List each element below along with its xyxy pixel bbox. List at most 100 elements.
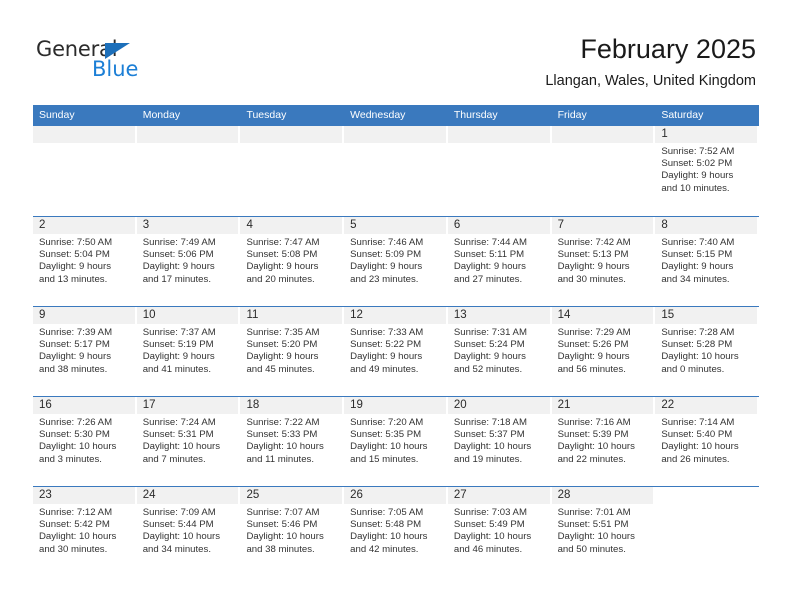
title-block: February 2025 Llangan, Wales, United Kin…: [545, 33, 756, 90]
daylight-text-line1: Daylight: 10 hours: [350, 531, 428, 543]
calendar-day-8[interactable]: 8 Sunrise: 7:40 AM Sunset: 5:15 PM Daylight…: [655, 217, 759, 306]
calendar-day-17[interactable]: 17 Sunrise: 7:24 AM Sunset: 5:31 PM Dayligh…: [136, 397, 241, 486]
calendar-day-2[interactable]: 2 Sunrise: 7:50 AM Sunset: 5:04 PM Daylight…: [33, 217, 137, 306]
logo-text-blue: Blue: [92, 57, 139, 81]
calendar-day-25[interactable]: 25 Sunrise: 7:07 AM Sunset: 5:46 PM Dayligh…: [240, 487, 344, 576]
daylight-text-line2: and 13 minutes.: [39, 273, 108, 285]
calendar-day-18[interactable]: 18 Sunrise: 7:22 AM Sunset: 5:33 PM Dayligh…: [240, 397, 344, 486]
daylight-text-line2: and 41 minutes.: [142, 363, 211, 375]
calendar-day-23[interactable]: 23 Sunrise: 7:12 AM Sunset: 5:42 PM Dayligh…: [33, 487, 137, 576]
daylight-text-line1: Daylight: 9 hours: [246, 351, 319, 363]
calendar-day-12[interactable]: 12 Sunrise: 7:33 AM Sunset: 5:22 PM Dayligh…: [344, 307, 448, 396]
daylight-text-line1: Daylight: 10 hours: [246, 441, 324, 453]
day-sun-info: Sunrise: 7:35 AM Sunset: 5:20 PM Daylight:…: [240, 324, 342, 376]
calendar-day-28[interactable]: 28 Sunrise: 7:01 AM Sunset: 5:51 PM Dayligh…: [551, 487, 656, 576]
sunset-text: Sunset: 5:44 PM: [142, 519, 214, 531]
calendar-day-4[interactable]: 4 Sunrise: 7:47 AM Sunset: 5:08 PM Daylight…: [240, 217, 344, 306]
calendar-day-27[interactable]: 27 Sunrise: 7:03 AM Sunset: 5:49 PM Dayligh…: [447, 487, 552, 576]
daylight-text-line2: and 15 minutes.: [350, 453, 419, 465]
daylight-text-line2: and 52 minutes.: [453, 363, 523, 375]
calendar-day-26[interactable]: 26 Sunrise: 7:05 AM Sunset: 5:48 PM Dayligh…: [344, 487, 448, 576]
sunrise-text: Sunrise: 7:07 AM: [246, 507, 320, 518]
sunset-text: Sunset: 5:31 PM: [142, 429, 214, 441]
calendar-day-14[interactable]: 14 Sunrise: 7:29 AM Sunset: 5:26 PM Dayligh…: [551, 307, 656, 396]
calendar-day-15[interactable]: 15 Sunrise: 7:28 AM Sunset: 5:28 PM Dayligh…: [655, 307, 759, 396]
day-sun-info: Sunrise: 7:05 AM Sunset: 5:48 PM Daylight:…: [344, 504, 446, 556]
day-sun-info: Sunrise: 7:46 AM Sunset: 5:09 PM Daylight:…: [344, 234, 446, 286]
daylight-text-line1: Daylight: 9 hours: [350, 351, 423, 363]
daylight-text-line1: Daylight: 9 hours: [661, 261, 734, 273]
day-sun-info: Sunrise: 7:18 AM Sunset: 5:37 PM Daylight:…: [448, 414, 550, 466]
sunset-text: Sunset: 5:39 PM: [557, 429, 629, 441]
sunset-text: Sunset: 5:09 PM: [350, 249, 422, 261]
page-title: February 2025: [580, 34, 756, 64]
daylight-text-line1: Daylight: 9 hours: [453, 261, 526, 273]
daylight-text-line2: and 0 minutes.: [661, 363, 725, 375]
calendar-day-inner: [344, 126, 446, 216]
daylight-text-line1: Daylight: 10 hours: [39, 531, 117, 543]
daylight-text-line1: Daylight: 10 hours: [661, 351, 739, 363]
daylight-text-line1: Daylight: 10 hours: [453, 441, 532, 453]
sunset-text: Sunset: 5:26 PM: [557, 339, 629, 351]
day-number: [344, 126, 446, 143]
calendar-day-11[interactable]: 11 Sunrise: 7:35 AM Sunset: 5:20 PM Dayligh…: [240, 307, 344, 396]
calendar-week-row: 9 Sunrise: 7:39 AM Sunset: 5:17 PM Daylight…: [33, 306, 759, 396]
daylight-text-line2: and 3 minutes.: [39, 453, 102, 465]
calendar-day-19[interactable]: 19 Sunrise: 7:20 AM Sunset: 5:35 PM Dayligh…: [344, 397, 448, 486]
calendar-day-7[interactable]: 7 Sunrise: 7:42 AM Sunset: 5:13 PM Daylight…: [551, 217, 656, 306]
calendar-day-inner: 16 Sunrise: 7:26 AM Sunset: 5:30 PM Dayligh…: [33, 397, 135, 486]
day-sun-info: Sunrise: 7:12 AM Sunset: 5:42 PM Daylight:…: [33, 504, 135, 556]
daylight-text-line2: and 26 minutes.: [661, 453, 730, 465]
calendar-day-9[interactable]: 9 Sunrise: 7:39 AM Sunset: 5:17 PM Daylight…: [33, 307, 137, 396]
daylight-text-line1: Daylight: 9 hours: [142, 351, 215, 363]
day-sun-info: Sunrise: 7:40 AM Sunset: 5:15 PM Daylight:…: [655, 234, 757, 286]
day-number: 4: [240, 217, 343, 234]
day-sun-info: Sunrise: 7:20 AM Sunset: 5:35 PM Daylight:…: [344, 414, 446, 466]
day-number: 19: [344, 397, 446, 414]
daylight-text-line1: Daylight: 10 hours: [142, 441, 221, 453]
daylight-text-line1: Daylight: 10 hours: [557, 441, 635, 453]
calendar-week-row: 1 Sunrise: 7:52 AM Sunset: 5:02 PM Daylight…: [33, 126, 759, 216]
day-sun-info: Sunrise: 7:37 AM Sunset: 5:19 PM Daylight:…: [137, 324, 239, 376]
calendar-day-empty: [240, 126, 344, 216]
weekday-header-sunday: Sunday: [39, 109, 75, 121]
calendar-week-row: 2 Sunrise: 7:50 AM Sunset: 5:04 PM Daylight…: [33, 216, 759, 306]
sunrise-text: Sunrise: 7:28 AM: [661, 327, 735, 338]
calendar-day-empty: [551, 126, 656, 216]
calendar-day-6[interactable]: 6 Sunrise: 7:44 AM Sunset: 5:11 PM Daylight…: [447, 217, 552, 306]
day-number: 24: [136, 487, 239, 504]
calendar-day-10[interactable]: 10 Sunrise: 7:37 AM Sunset: 5:19 PM Dayligh…: [136, 307, 241, 396]
day-sun-info: Sunrise: 7:49 AM Sunset: 5:06 PM Daylight:…: [137, 234, 239, 286]
day-number: 26: [344, 487, 446, 504]
calendar-day-3[interactable]: 3 Sunrise: 7:49 AM Sunset: 5:06 PM Daylight…: [136, 217, 241, 306]
calendar-day-22[interactable]: 22 Sunrise: 7:14 AM Sunset: 5:40 PM Dayligh…: [655, 397, 759, 486]
sunset-text: Sunset: 5:30 PM: [39, 429, 110, 441]
calendar-day-5[interactable]: 5 Sunrise: 7:46 AM Sunset: 5:09 PM Daylight…: [344, 217, 448, 306]
day-number: 18: [240, 397, 343, 414]
day-sun-info: Sunrise: 7:42 AM Sunset: 5:13 PM Daylight:…: [552, 234, 654, 286]
calendar-day-21[interactable]: 21 Sunrise: 7:16 AM Sunset: 5:39 PM Dayligh…: [551, 397, 656, 486]
weekday-header-wednesday: Wednesday: [350, 109, 406, 121]
daylight-text-line2: and 50 minutes.: [557, 543, 626, 555]
daylight-text-line2: and 34 minutes.: [142, 543, 211, 555]
day-number: 12: [344, 307, 446, 324]
calendar-day-16[interactable]: 16 Sunrise: 7:26 AM Sunset: 5:30 PM Dayligh…: [33, 397, 137, 486]
weekday-header-row: Sunday Monday Tuesday Wednesday Thursday Frid…: [33, 105, 759, 126]
calendar-week-row: 23 Sunrise: 7:12 AM Sunset: 5:42 PM Dayligh…: [33, 486, 759, 576]
day-sun-info: Sunrise: 7:03 AM Sunset: 5:49 PM Daylight:…: [448, 504, 550, 556]
sunset-text: Sunset: 5:06 PM: [142, 249, 214, 261]
calendar-day-13[interactable]: 13 Sunrise: 7:31 AM Sunset: 5:24 PM Dayligh…: [447, 307, 552, 396]
calendar-day-1[interactable]: 1 Sunrise: 7:52 AM Sunset: 5:02 PM Daylight…: [655, 126, 759, 216]
calendar-day-empty: [33, 126, 137, 216]
day-sun-info: Sunrise: 7:09 AM Sunset: 5:44 PM Daylight:…: [137, 504, 239, 556]
sunrise-text: Sunrise: 7:26 AM: [39, 417, 113, 428]
day-sun-info: Sunrise: 7:07 AM Sunset: 5:46 PM Daylight:…: [240, 504, 342, 556]
sunrise-text: Sunrise: 7:20 AM: [350, 417, 424, 428]
calendar-day-20[interactable]: 20 Sunrise: 7:18 AM Sunset: 5:37 PM Dayligh…: [447, 397, 552, 486]
day-sun-info: Sunrise: 7:33 AM Sunset: 5:22 PM Daylight:…: [344, 324, 446, 376]
calendar-day-24[interactable]: 24 Sunrise: 7:09 AM Sunset: 5:44 PM Dayligh…: [136, 487, 241, 576]
weekday-header-saturday: Saturday: [661, 109, 704, 121]
daylight-text-line1: Daylight: 9 hours: [453, 351, 526, 363]
daylight-text-line1: Daylight: 9 hours: [39, 261, 111, 273]
day-number: 10: [136, 307, 239, 324]
